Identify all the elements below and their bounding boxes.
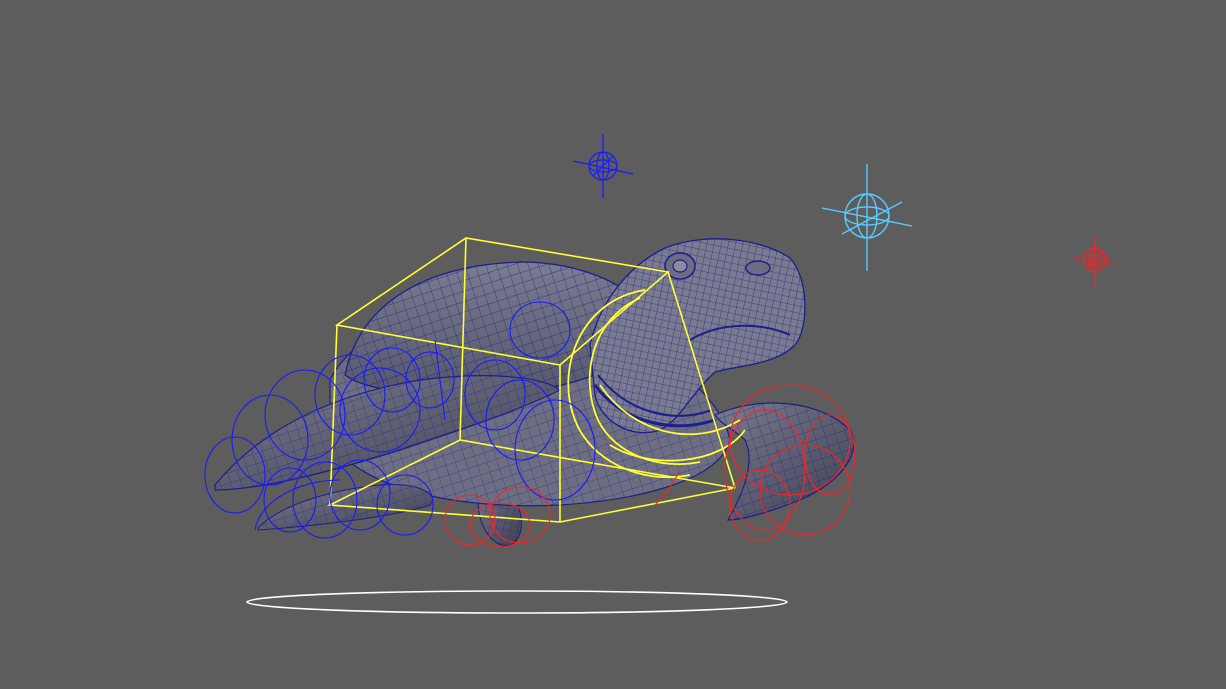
crosshair-sphere-icon[interactable]: [572, 134, 634, 198]
crosshair-sphere-icon[interactable]: [821, 164, 913, 271]
ground-ring-control[interactable]: [246, 590, 788, 614]
left-rear-flipper-mesh[interactable]: [257, 484, 433, 531]
3d-viewport[interactable]: [0, 0, 1226, 689]
scene[interactable]: [0, 0, 1226, 689]
eye-right: [745, 260, 771, 276]
crosshair-sphere-icon[interactable]: [1072, 235, 1118, 287]
right-front-flipper-mesh[interactable]: [714, 402, 855, 521]
